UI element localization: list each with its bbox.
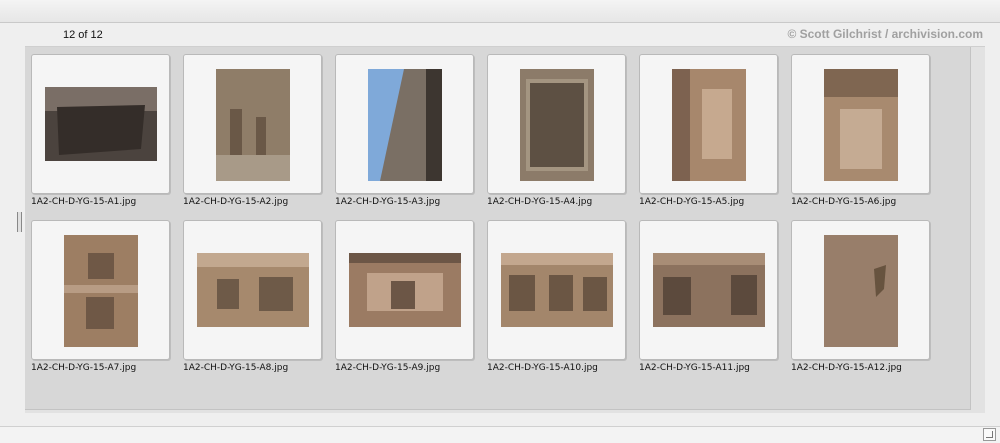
- thumbnail-card[interactable]: [31, 220, 170, 360]
- thumbnail-image: [216, 69, 290, 181]
- thumbnail-card[interactable]: [183, 54, 322, 194]
- thumbnail-card[interactable]: [791, 54, 930, 194]
- thumbnail-card[interactable]: [183, 220, 322, 360]
- thumbnail-card[interactable]: [639, 54, 778, 194]
- thumbnail-filename: 1A2-CH-D-YG-15-A10.jpg: [487, 363, 598, 373]
- window-resize-grip[interactable]: [983, 428, 996, 441]
- window-top-bar: [0, 0, 1000, 23]
- thumbnail-image: [653, 253, 765, 327]
- thumbnail-filename: 1A2-CH-D-YG-15-A5.jpg: [639, 197, 745, 207]
- thumbnail-filename: 1A2-CH-D-YG-15-A12.jpg: [791, 363, 902, 373]
- thumbnail-image: [824, 69, 898, 181]
- thumbnail-card[interactable]: [487, 220, 626, 360]
- thumbnail-image: [501, 253, 613, 327]
- thumbnail-card[interactable]: [335, 54, 474, 194]
- thumbnail-image: [824, 235, 898, 347]
- thumbnail-image: [64, 235, 138, 347]
- image-counter: 12 of 12: [63, 29, 103, 41]
- thumbnail-card[interactable]: [335, 220, 474, 360]
- thumbnail-card[interactable]: [639, 220, 778, 360]
- thumbnail-image: [45, 87, 157, 161]
- thumbnail-filename: 1A2-CH-D-YG-15-A1.jpg: [31, 197, 137, 207]
- thumbnail-card[interactable]: [791, 220, 930, 360]
- thumbnail-filename: 1A2-CH-D-YG-15-A9.jpg: [335, 363, 441, 373]
- thumbnail-image: [672, 69, 746, 181]
- thumbnail-card[interactable]: [487, 54, 626, 194]
- thumbnail-grid-panel: 1A2-CH-D-YG-15-A1.jpg 1A2-CH-D-YG-15-A2.…: [25, 46, 985, 413]
- copyright-credit: © Scott Gilchrist / archivision.com: [787, 27, 983, 41]
- thumbnail-image: [368, 69, 442, 181]
- panel-resize-handle[interactable]: [17, 212, 22, 232]
- thumbnail-filename: 1A2-CH-D-YG-15-A6.jpg: [791, 197, 897, 207]
- thumbnail-grid: 1A2-CH-D-YG-15-A1.jpg 1A2-CH-D-YG-15-A2.…: [25, 47, 971, 410]
- thumbnail-filename: 1A2-CH-D-YG-15-A3.jpg: [335, 197, 441, 207]
- thumbnail-filename: 1A2-CH-D-YG-15-A4.jpg: [487, 197, 593, 207]
- thumbnail-filename: 1A2-CH-D-YG-15-A8.jpg: [183, 363, 289, 373]
- thumbnail-image: [520, 69, 594, 181]
- thumbnail-filename: 1A2-CH-D-YG-15-A2.jpg: [183, 197, 289, 207]
- thumbnail-card[interactable]: [31, 54, 170, 194]
- thumbnail-filename: 1A2-CH-D-YG-15-A7.jpg: [31, 363, 137, 373]
- thumbnail-image: [349, 253, 461, 327]
- status-bar: [0, 426, 1000, 443]
- thumbnail-image: [197, 253, 309, 327]
- thumbnail-filename: 1A2-CH-D-YG-15-A11.jpg: [639, 363, 750, 373]
